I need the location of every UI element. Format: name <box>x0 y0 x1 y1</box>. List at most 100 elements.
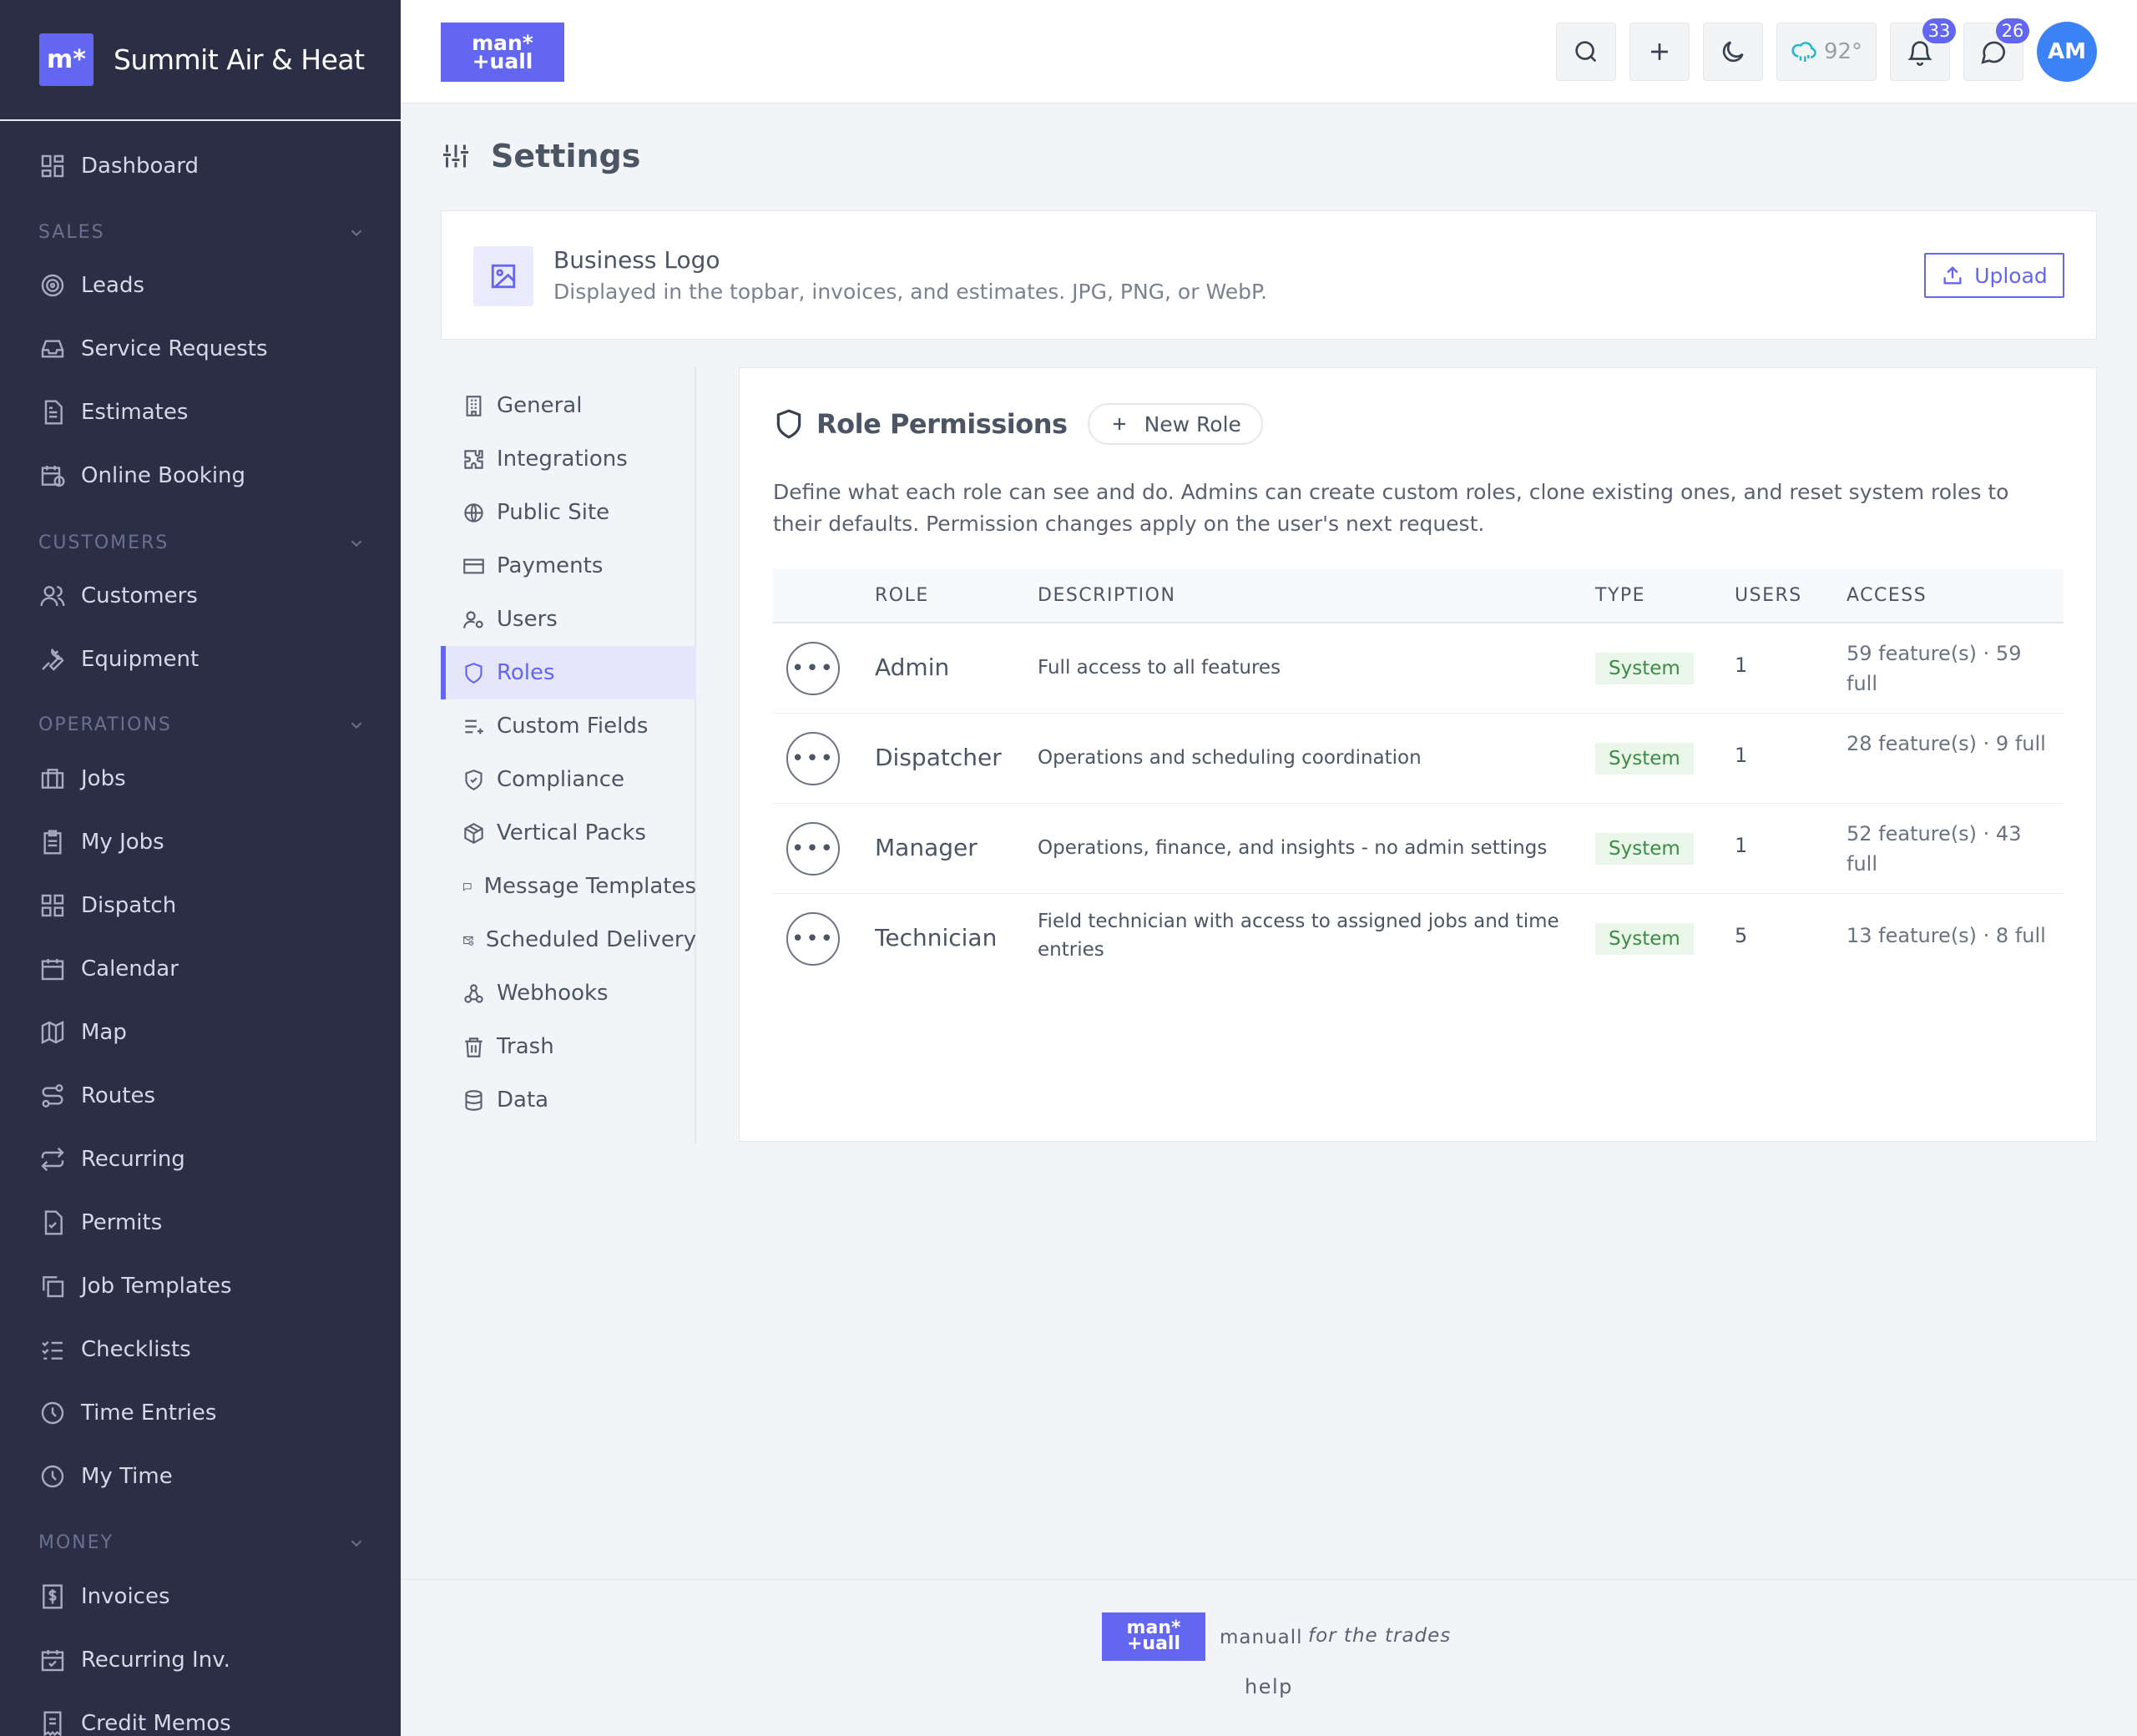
sidebar-item-label: Invoices <box>81 1584 170 1609</box>
role-type-badge: System <box>1595 653 1694 684</box>
row-actions-button[interactable]: ••• <box>786 732 840 785</box>
table-row[interactable]: ••• Dispatcher Operations and scheduling… <box>773 714 2064 804</box>
briefcase-icon <box>41 769 64 789</box>
sidebar-item-estimates[interactable]: Estimates <box>39 389 188 436</box>
sidebar-item-invoices[interactable]: Invoices <box>39 1573 170 1620</box>
role-access-summary: 59 feature(s) · 59 full <box>1847 642 2022 695</box>
row-actions-button[interactable]: ••• <box>786 912 840 966</box>
sidebar-item-my-jobs[interactable]: My Jobs <box>39 819 164 865</box>
database-icon <box>465 1089 482 1111</box>
sidebar-item-label: Credit Memos <box>81 1711 231 1736</box>
settings-nav-trash[interactable]: Trash <box>441 1020 696 1073</box>
column-header-users[interactable]: USERS <box>1735 585 1802 606</box>
settings-nav-payments[interactable]: Payments <box>441 539 696 593</box>
table-row[interactable]: ••• Technician Field technician with acc… <box>773 894 2064 984</box>
settings-nav-general[interactable]: General <box>441 379 696 432</box>
sidebar-item-label: Routes <box>81 1083 156 1108</box>
sidebar-item-jobs[interactable]: Jobs <box>39 755 126 802</box>
brand-header[interactable]: m* Summit Air & Heat <box>0 0 401 121</box>
target-icon <box>41 274 64 297</box>
table-row[interactable]: ••• Admin Full access to all features Sy… <box>773 623 2064 714</box>
sidebar-item-equipment[interactable]: Equipment <box>39 636 199 683</box>
table-header: ROLE DESCRIPTION TYPE USERS ACCESS <box>773 568 2064 623</box>
column-header-access[interactable]: ACCESS <box>1847 585 1927 606</box>
messages-button[interactable]: 26 <box>1963 18 2029 81</box>
weather-widget[interactable]: 92° <box>1776 23 1877 81</box>
calendar-clock-icon <box>41 466 65 487</box>
role-permissions-header: Role Permissions New Role <box>773 403 1263 445</box>
sidebar-item-dispatch[interactable]: Dispatch <box>39 882 176 929</box>
settings-nav-users[interactable]: Users <box>441 593 696 646</box>
receipt-icon <box>43 1711 62 1736</box>
sidebar-item-calendar[interactable]: Calendar <box>39 946 179 992</box>
app-logo[interactable]: man* +uall <box>441 23 564 82</box>
settings-nav-label: Users <box>497 607 558 632</box>
footer-logo[interactable]: man* +uall <box>1102 1612 1205 1661</box>
sidebar-item-customers[interactable]: Customers <box>39 573 198 619</box>
dark-mode-toggle[interactable] <box>1703 23 1763 81</box>
new-role-button[interactable]: New Role <box>1087 403 1263 445</box>
inbox-icon <box>41 340 64 358</box>
settings-nav-message-templates[interactable]: Message Templates <box>441 860 696 913</box>
settings-nav-label: Integrations <box>497 447 628 472</box>
sidebar-item-label: Equipment <box>81 647 200 672</box>
help-link[interactable]: help <box>1245 1675 1293 1698</box>
notifications-button[interactable]: 33 <box>1890 18 1956 81</box>
clock-icon <box>41 1465 64 1488</box>
sidebar-item-credit-memos[interactable]: Credit Memos <box>39 1700 231 1736</box>
settings-nav-public-site[interactable]: Public Site <box>441 486 696 539</box>
role-user-count: 5 <box>1735 924 1748 947</box>
role-access-summary: 13 feature(s) · 8 full <box>1847 924 2046 947</box>
list-plus-icon <box>465 719 483 734</box>
chevron-down-icon <box>351 230 362 236</box>
sidebar-item-routes[interactable]: Routes <box>39 1072 155 1119</box>
sidebar-section-operations[interactable]: OPERATIONS <box>38 714 366 735</box>
sidebar-item-online-booking[interactable]: Online Booking <box>39 452 245 499</box>
mail-clock-icon <box>463 936 474 946</box>
settings-nav-scheduled-delivery[interactable]: Scheduled Delivery <box>441 913 696 966</box>
column-header-role[interactable]: ROLE <box>875 585 929 606</box>
sidebar-section-customers[interactable]: CUSTOMERS <box>38 532 366 553</box>
plus-icon <box>1651 43 1668 60</box>
file-check-icon <box>44 1210 63 1235</box>
sidebar-section-sales[interactable]: SALES <box>38 222 366 243</box>
settings-nav-roles[interactable]: Roles <box>441 646 696 699</box>
sidebar-item-job-templates[interactable]: Job Templates <box>39 1263 232 1310</box>
settings-nav-integrations[interactable]: Integrations <box>441 432 696 486</box>
sidebar-item-my-time[interactable]: My Time <box>39 1453 173 1500</box>
sidebar-item-label: Dispatch <box>81 893 177 918</box>
sidebar-item-time-entries[interactable]: Time Entries <box>39 1390 216 1436</box>
sidebar-item-recurring-inv[interactable]: Recurring Inv. <box>39 1637 230 1683</box>
plus-icon <box>1113 418 1125 430</box>
dashboard-icon <box>41 154 64 178</box>
sidebar-item-dashboard[interactable]: Dashboard <box>39 143 199 189</box>
sidebar-item-leads[interactable]: Leads <box>39 262 144 309</box>
settings-nav-webhooks[interactable]: Webhooks <box>441 966 696 1020</box>
sidebar-item-label: Estimates <box>81 400 189 425</box>
sidebar-item-label: Dashboard <box>81 154 200 179</box>
create-button[interactable] <box>1629 23 1690 81</box>
table-row[interactable]: ••• Manager Operations, finance, and ins… <box>773 804 2064 894</box>
avatar[interactable]: AM <box>2037 22 2097 82</box>
settings-nav-vertical-packs[interactable]: Vertical Packs <box>441 806 696 860</box>
row-actions-button[interactable]: ••• <box>786 822 840 876</box>
sidebar-item-label: Permits <box>81 1210 163 1235</box>
settings-nav-label: Roles <box>497 660 555 685</box>
sidebar-item-service-requests[interactable]: Service Requests <box>39 326 268 372</box>
logo-line: +uall <box>1126 1633 1181 1654</box>
settings-nav-custom-fields[interactable]: Custom Fields <box>441 699 696 753</box>
sidebar-item-recurring[interactable]: Recurring <box>39 1136 185 1183</box>
row-actions-button[interactable]: ••• <box>786 642 840 695</box>
column-header-description[interactable]: DESCRIPTION <box>1038 585 1175 606</box>
sidebar-item-checklists[interactable]: Checklists <box>39 1326 191 1373</box>
sidebar-section-money[interactable]: MONEY <box>38 1532 366 1553</box>
sidebar-item-map[interactable]: Map <box>39 1009 127 1056</box>
clock-icon <box>41 1401 64 1425</box>
settings-nav-data[interactable]: Data <box>441 1073 696 1127</box>
settings-nav-compliance[interactable]: Compliance <box>441 753 696 806</box>
column-header-type[interactable]: TYPE <box>1595 585 1645 606</box>
sidebar-item-permits[interactable]: Permits <box>39 1199 162 1246</box>
upload-button[interactable]: Upload <box>1924 253 2064 298</box>
search-button[interactable] <box>1556 23 1616 81</box>
sidebar-item-label: Customers <box>81 583 198 608</box>
